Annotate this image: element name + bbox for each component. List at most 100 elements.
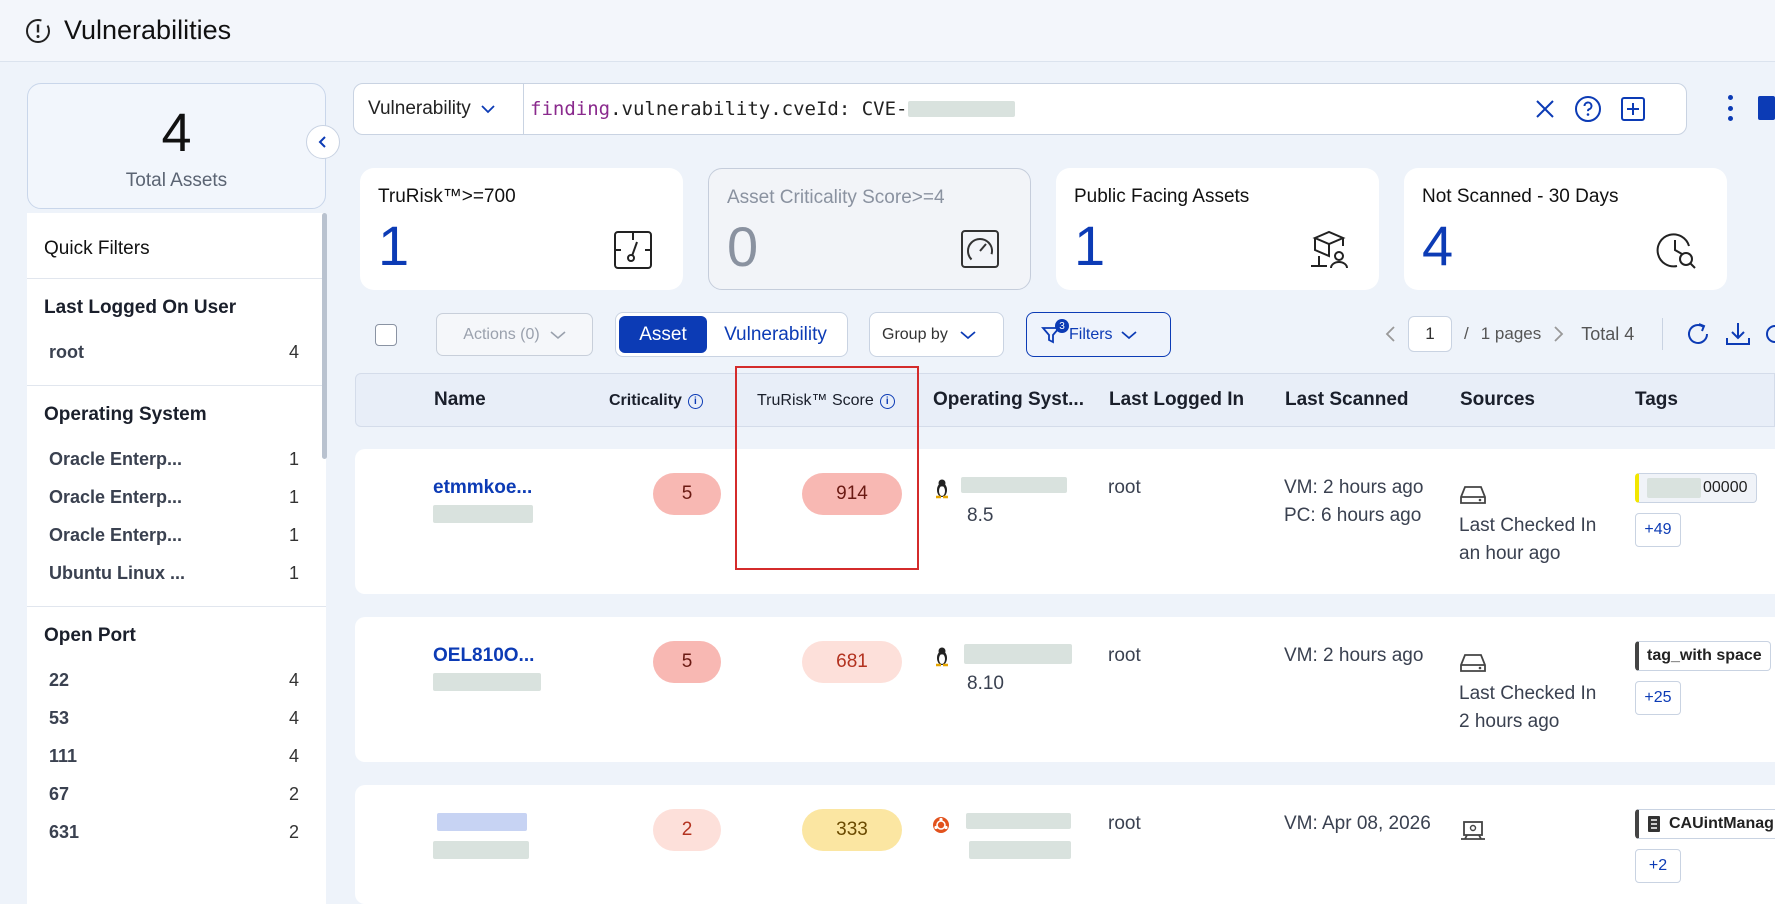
info-icon[interactable]: i bbox=[687, 393, 703, 409]
total-assets-value: 4 bbox=[161, 103, 192, 163]
source-checked-time: an hour ago bbox=[1459, 543, 1561, 564]
filter-item-label: Oracle Enterp... bbox=[49, 486, 183, 507]
filter-item[interactable]: Oracle Enterp... 1 bbox=[44, 516, 309, 554]
query-keyword: finding bbox=[530, 98, 611, 120]
page-input[interactable]: 1 bbox=[1408, 316, 1452, 352]
filter-item-label: root bbox=[49, 341, 84, 362]
clear-icon[interactable] bbox=[1534, 98, 1556, 120]
more-tags-button[interactable]: +2 bbox=[1635, 849, 1681, 883]
stat-card-trurisk[interactable]: TruRisk™>=700 1 bbox=[360, 168, 683, 290]
query-text: .vulnerability.cveId: CVE- bbox=[610, 98, 908, 120]
vulnerability-icon bbox=[24, 17, 52, 45]
source-checked-label: Last Checked In bbox=[1459, 683, 1597, 704]
col-name[interactable]: Name bbox=[434, 389, 486, 411]
select-all-checkbox[interactable] bbox=[375, 324, 397, 346]
add-query-icon[interactable] bbox=[1620, 96, 1646, 122]
last-logged-user: root bbox=[1108, 813, 1141, 834]
filter-item[interactable]: root 4 bbox=[44, 333, 309, 371]
col-criticality[interactable]: Criticality i bbox=[609, 392, 703, 410]
toggle-vulnerability[interactable]: Vulnerability bbox=[707, 324, 844, 346]
speedometer-icon bbox=[961, 230, 999, 268]
actions-dropdown[interactable]: Actions (0) bbox=[436, 313, 593, 356]
chevron-down-icon bbox=[1120, 330, 1137, 339]
source-checked-time: 2 hours ago bbox=[1459, 711, 1560, 732]
filter-item-count: 1 bbox=[288, 524, 299, 545]
chart-view-icon[interactable] bbox=[1758, 96, 1775, 120]
download-icon[interactable] bbox=[1724, 320, 1752, 348]
filter-item-count: 1 bbox=[288, 562, 299, 583]
filter-group-title: Operating System bbox=[44, 404, 207, 425]
filter-item-label: 111 bbox=[49, 745, 78, 766]
os-version: 8.5 bbox=[967, 505, 994, 526]
filter-item[interactable]: 111 4 bbox=[44, 737, 309, 775]
filter-item[interactable]: 53 4 bbox=[44, 699, 309, 737]
more-tags-button[interactable]: +49 bbox=[1635, 513, 1681, 547]
tag-chip[interactable]: 00000 bbox=[1635, 473, 1757, 503]
col-label: Sources bbox=[1460, 389, 1535, 410]
table-header: Name Criticality i TruRisk™ Score i Operat… bbox=[355, 373, 1775, 427]
more-tags-button[interactable]: +25 bbox=[1635, 681, 1681, 715]
toggle-asset[interactable]: Asset bbox=[619, 316, 707, 353]
scanner-source-icon bbox=[1461, 821, 1485, 840]
table-row[interactable]: OEL810O... 5 681 8.10 root VM: 2 hours a… bbox=[355, 617, 1775, 762]
more-options-icon[interactable] bbox=[1720, 93, 1740, 123]
filter-item[interactable]: 67 2 bbox=[44, 775, 309, 813]
tag-chip[interactable]: tag_with space bbox=[1635, 641, 1771, 671]
settings-icon[interactable] bbox=[1764, 320, 1775, 348]
search-type-select[interactable]: Vulnerability bbox=[354, 84, 524, 134]
filter-item-count: 4 bbox=[288, 669, 299, 690]
stat-label: Not Scanned - 30 Days bbox=[1422, 186, 1619, 207]
col-label: Name bbox=[434, 389, 486, 410]
stat-card-not-scanned[interactable]: Not Scanned - 30 Days 4 bbox=[1404, 168, 1727, 290]
col-label: Last Scanned bbox=[1285, 389, 1409, 410]
filter-item-count: 2 bbox=[288, 783, 299, 804]
filter-item[interactable]: 631 2 bbox=[44, 813, 309, 851]
clock-search-icon bbox=[1656, 233, 1696, 269]
search-bar: Vulnerability finding .vulnerability.cveI… bbox=[353, 83, 1687, 135]
filter-group-operating-system: Operating System Oracle Enterp... 1 Oracl… bbox=[27, 386, 326, 607]
filter-item[interactable]: Ubuntu Linux ... 1 bbox=[44, 554, 309, 592]
stat-label: Public Facing Assets bbox=[1074, 186, 1250, 207]
next-page-icon[interactable] bbox=[1553, 325, 1565, 343]
source-checked-label: Last Checked In bbox=[1459, 515, 1597, 536]
filter-item-label: 67 bbox=[49, 783, 70, 804]
filter-item[interactable]: Oracle Enterp... 1 bbox=[44, 440, 309, 478]
filter-group-title: Last Logged On User bbox=[44, 297, 237, 318]
total-assets-card: 4 Total Assets bbox=[27, 83, 326, 209]
redacted-text bbox=[969, 841, 1071, 859]
asset-name-link[interactable]: OEL810O... bbox=[433, 645, 534, 667]
redacted-text bbox=[966, 813, 1071, 829]
chevron-down-icon bbox=[550, 330, 566, 339]
col-operating-system[interactable]: Operating Syst... bbox=[933, 389, 1084, 411]
total-assets-label: Total Assets bbox=[125, 170, 228, 191]
asset-name-link[interactable]: etmmkoe... bbox=[433, 477, 532, 499]
quick-filters-scrollbar[interactable] bbox=[322, 213, 327, 459]
redacted-link[interactable] bbox=[437, 813, 527, 831]
criticality-badge: 2 bbox=[653, 809, 721, 851]
stat-card-criticality[interactable]: Asset Criticality Score>=4 0 bbox=[708, 168, 1031, 290]
col-sources[interactable]: Sources bbox=[1460, 389, 1535, 411]
actions-label: Actions (0) bbox=[463, 325, 540, 343]
filter-item[interactable]: Oracle Enterp... 1 bbox=[44, 478, 309, 516]
filters-button[interactable]: 3 Filters bbox=[1026, 312, 1171, 357]
col-last-logged-in[interactable]: Last Logged In bbox=[1109, 389, 1244, 411]
search-input[interactable]: finding .vulnerability.cveId: CVE- bbox=[524, 98, 1534, 120]
tag-chip[interactable]: CAUintManag bbox=[1635, 809, 1775, 839]
col-last-scanned[interactable]: Last Scanned bbox=[1285, 389, 1409, 411]
filter-item[interactable]: 22 4 bbox=[44, 661, 309, 699]
trurisk-badge: 333 bbox=[802, 809, 902, 851]
collapse-panel-button[interactable] bbox=[306, 125, 340, 159]
col-tags[interactable]: Tags bbox=[1635, 389, 1678, 411]
quick-filters-title: Quick Filters bbox=[27, 213, 326, 279]
table-row[interactable]: etmmkoe... 5 914 8.5 root VM: 2 hours ag… bbox=[355, 449, 1775, 594]
filter-item-label: Oracle Enterp... bbox=[49, 448, 183, 469]
help-icon[interactable] bbox=[1574, 95, 1602, 123]
refresh-icon[interactable] bbox=[1684, 320, 1712, 348]
prev-page-icon[interactable] bbox=[1384, 325, 1396, 343]
group-by-dropdown[interactable]: Group by bbox=[869, 312, 1004, 357]
table-row[interactable]: 2 333 root VM: Apr 08, 2026 CAUintManag … bbox=[355, 785, 1775, 904]
filter-item-label: Oracle Enterp... bbox=[49, 524, 183, 545]
stat-card-public-facing[interactable]: Public Facing Assets 1 bbox=[1056, 168, 1379, 290]
filters-label: Filters bbox=[1069, 325, 1113, 343]
filter-item-count: 4 bbox=[288, 707, 299, 728]
